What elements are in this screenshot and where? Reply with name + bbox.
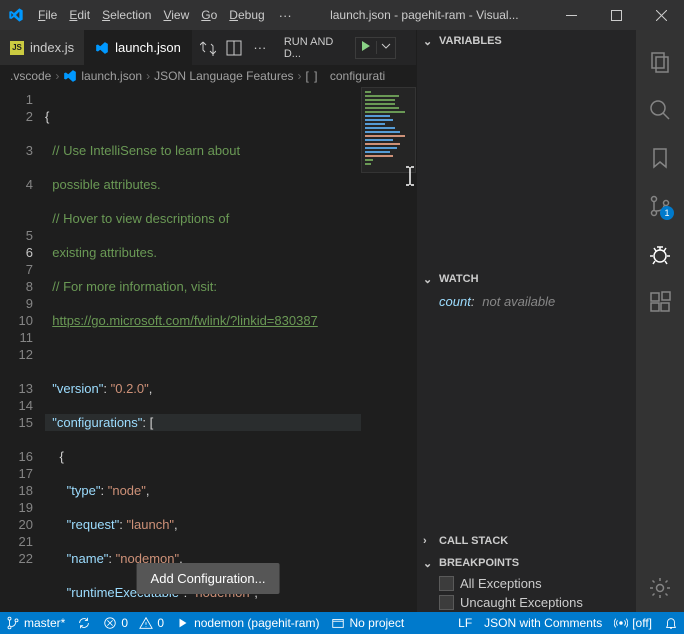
extensions-icon[interactable] <box>636 278 684 326</box>
status-problems[interactable]: 0 0 <box>97 612 170 634</box>
status-sync[interactable] <box>71 612 97 634</box>
status-bar: master* 0 0 nodemon (pagehit-ram) No pro… <box>0 612 684 634</box>
status-notifications[interactable] <box>658 612 684 634</box>
play-icon <box>356 40 376 55</box>
breadcrumb: .vscode › launch.json › JSON Language Fe… <box>0 65 416 87</box>
status-no-project[interactable]: No project <box>325 612 410 634</box>
watch-section-header[interactable]: ⌄WATCH <box>417 268 636 290</box>
minimap[interactable] <box>361 87 416 612</box>
search-icon[interactable] <box>636 86 684 134</box>
breakpoint-uncaught-exceptions[interactable]: Uncaught Exceptions <box>417 593 636 612</box>
debug-panel: ⌄VARIABLES ⌄WATCH count: not available ›… <box>416 30 636 612</box>
chevron-right-icon: › <box>423 535 435 547</box>
compare-changes-icon[interactable] <box>200 40 216 56</box>
run-debug-icon[interactable] <box>636 230 684 278</box>
breakpoint-all-exceptions[interactable]: All Exceptions <box>417 574 636 593</box>
maximize-button[interactable] <box>594 0 639 30</box>
breakpoints-section-header[interactable]: ⌄BREAKPOINTS <box>417 552 636 574</box>
more-actions-icon[interactable]: ··· <box>252 40 268 56</box>
variables-body <box>417 52 636 268</box>
js-file-icon: JS <box>10 41 24 55</box>
start-debug-dropdown[interactable] <box>355 37 396 59</box>
variables-section-header[interactable]: ⌄VARIABLES <box>417 30 636 52</box>
explorer-icon[interactable] <box>636 38 684 86</box>
tab-index-js[interactable]: JS index.js <box>0 30 85 65</box>
run-debug-label: RUN AND D... <box>284 36 349 60</box>
status-eol[interactable]: LF <box>452 612 478 634</box>
menu-debug[interactable]: DebugDebug <box>223 8 270 22</box>
chevron-down-icon: ⌄ <box>423 273 435 286</box>
callstack-section-header[interactable]: ›CALL STACK <box>417 530 636 552</box>
activity-bar: 1 <box>636 30 684 612</box>
editor-actions: ··· <box>192 30 276 65</box>
breadcrumb-symbol[interactable]: [ ] configurati <box>306 69 386 83</box>
bookmarks-icon[interactable] <box>636 134 684 182</box>
tab-label: launch.json <box>115 40 181 55</box>
source-control-icon[interactable]: 1 <box>636 182 684 230</box>
run-debug-controls: RUN AND D... <box>276 30 416 65</box>
vs-settings-icon <box>95 41 109 55</box>
checkbox[interactable] <box>439 576 454 591</box>
add-configuration-button[interactable]: Add Configuration... <box>137 563 280 594</box>
checkbox[interactable] <box>439 595 454 610</box>
tab-bar: JS index.js launch.json ··· RUN AND D... <box>0 30 416 65</box>
status-language[interactable]: JSON with Comments <box>478 612 608 634</box>
editor-area: JS index.js launch.json ··· RUN AND D... <box>0 30 416 612</box>
menu-selection[interactable]: SelectionSelection <box>96 8 157 22</box>
main-menu: FFileile EditEdit SelectionSelection Vie… <box>32 8 271 22</box>
editor-body[interactable]: 12 3 4 5 6 789 101112 131415 161718 1920… <box>0 87 416 612</box>
status-broadcast[interactable]: [off] <box>608 612 658 634</box>
menu-edit[interactable]: EditEdit <box>63 8 96 22</box>
menu-overflow[interactable]: ··· <box>271 8 300 23</box>
split-editor-icon[interactable] <box>226 40 242 56</box>
breadcrumb-lang[interactable]: JSON Language Features <box>154 69 293 83</box>
chevron-down-icon: ⌄ <box>423 557 435 570</box>
breadcrumb-folder[interactable]: .vscode <box>10 69 51 83</box>
menu-file[interactable]: FFileile <box>32 8 63 22</box>
breadcrumb-file[interactable]: launch.json <box>63 69 142 83</box>
window-controls <box>549 0 684 30</box>
chevron-down-icon: ⌄ <box>423 35 435 48</box>
line-number-gutter: 12 3 4 5 6 789 101112 131415 161718 1920… <box>0 87 45 612</box>
tab-label: index.js <box>30 40 74 55</box>
status-branch[interactable]: master* <box>0 612 71 634</box>
tab-launch-json[interactable]: launch.json <box>85 30 192 65</box>
menu-view[interactable]: ViewView <box>157 8 195 22</box>
chevron-down-icon <box>376 41 395 54</box>
watch-body: count: not available <box>417 290 636 314</box>
status-debug-target[interactable]: nodemon (pagehit-ram) <box>170 612 325 634</box>
app-logo-icon <box>8 7 24 23</box>
window-title: launch.json - pagehit-ram - Visual... <box>300 8 549 22</box>
badge: 1 <box>660 206 674 220</box>
menu-go[interactable]: GoGo <box>195 8 223 22</box>
minimize-button[interactable] <box>549 0 594 30</box>
close-button[interactable] <box>639 0 684 30</box>
titlebar: FFileile EditEdit SelectionSelection Vie… <box>0 0 684 30</box>
settings-gear-icon[interactable] <box>636 564 684 612</box>
